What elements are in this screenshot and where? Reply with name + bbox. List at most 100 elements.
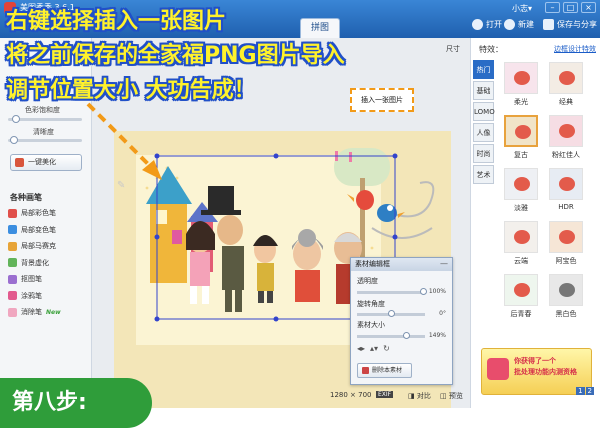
material-editor-dialog: 素材编辑框 — 透明度 100% 旋转角度 0° 素材大小 149% ◂▸ ▴▾…	[350, 257, 453, 385]
bird-preview-icon	[559, 71, 575, 85]
dashed-arrow	[86, 102, 162, 180]
rotate-label: 旋转角度	[357, 300, 385, 308]
opacity-slider[interactable]	[357, 288, 427, 295]
effect-tab[interactable]: 艺术	[473, 165, 494, 184]
close-icon[interactable]: ×	[581, 2, 596, 13]
open-label: 打开	[486, 20, 502, 29]
exif-button[interactable]: EXIF	[376, 391, 394, 398]
overlay-line-1: 右键选择插入一张图片	[6, 9, 227, 34]
size-label: 素材大小	[357, 321, 385, 329]
handle-bottom[interactable]	[273, 316, 279, 322]
handle-left[interactable]	[154, 234, 160, 240]
effects-title: 特效：	[479, 45, 503, 54]
maximize-icon[interactable]: □	[563, 2, 578, 13]
brush-icon	[8, 225, 17, 235]
brush-item[interactable]: 消除笔 New	[8, 304, 61, 321]
effect-label: 黑白色	[555, 310, 577, 318]
size-knob[interactable]	[403, 332, 410, 339]
minimize-icon[interactable]: –	[545, 2, 560, 13]
brush-icon	[8, 208, 17, 218]
effect-thumbnail[interactable]	[549, 168, 583, 200]
frame-design-link[interactable]: 边框设计特效	[554, 44, 596, 54]
brush-item[interactable]: 局部马赛克	[8, 238, 61, 255]
bird-preview-icon	[559, 124, 575, 138]
effect-thumbnail[interactable]	[549, 221, 583, 253]
brush-label: 局部马赛克	[21, 242, 56, 251]
effect-tab[interactable]: 人像	[473, 123, 494, 142]
brush-list: 局部彩色笔局部变色笔局部马赛克背景虚化抠图笔涂鸦笔消除笔 New	[8, 205, 61, 321]
bird-preview-icon	[514, 230, 530, 244]
brush-item[interactable]: 背景虚化	[8, 255, 61, 272]
brush-label: 抠图笔	[21, 275, 42, 284]
effect-label: HDR	[558, 203, 574, 211]
preview-button[interactable]: ◫ 预览	[440, 391, 463, 401]
brush-item[interactable]: 涂鸦笔	[8, 288, 61, 305]
effect-label: 柔光	[514, 98, 528, 106]
size-slider[interactable]	[357, 332, 425, 339]
effect-thumbnail[interactable]	[504, 274, 538, 306]
effect-thumbnail[interactable]	[549, 274, 583, 306]
effect-label: 淡雅	[514, 204, 528, 212]
tab-collage[interactable]: 拼图	[300, 18, 341, 38]
brush-label: 局部彩色笔	[21, 209, 56, 218]
saturation-slider[interactable]	[8, 115, 82, 123]
handle-top-right[interactable]	[392, 153, 398, 159]
save-share-button[interactable]: 保存与分享	[543, 19, 597, 30]
effect-thumbnail[interactable]	[504, 221, 538, 253]
handle-top[interactable]	[273, 153, 279, 159]
effect-thumbnail[interactable]	[504, 115, 538, 147]
dialog-close-icon[interactable]: —	[440, 259, 448, 268]
page-button[interactable]: 1	[576, 387, 585, 395]
saturation-knob[interactable]	[12, 115, 20, 123]
effects-pager: 12	[576, 387, 594, 395]
user-menu[interactable]: 小志▾	[512, 3, 532, 14]
rotate-icon[interactable]: ↻	[383, 344, 390, 353]
effect-tab[interactable]: 时尚	[473, 144, 494, 163]
flip-horizontal-icon[interactable]: ◂▸	[357, 344, 365, 353]
bird-preview-icon	[515, 125, 531, 139]
sharpness-knob[interactable]	[10, 136, 18, 144]
open-button[interactable]: 打开	[472, 19, 502, 30]
promo-line-1: 你获得了一个	[514, 357, 556, 365]
effect-thumbnail[interactable]	[504, 168, 538, 200]
promo-text: 你获得了一个 批处理功能内测资格	[514, 356, 577, 378]
flip-tools: ◂▸ ▴▾ ↻	[357, 344, 390, 353]
one-click-beautify-button[interactable]: 一键美化	[10, 154, 82, 171]
compare-label: 对比	[416, 392, 431, 400]
new-button[interactable]: 新建	[504, 19, 534, 30]
handle-bottom-left[interactable]	[154, 316, 160, 322]
sharpness-slider[interactable]	[8, 136, 82, 144]
effect-label: 云端	[514, 257, 528, 265]
image-size-label: 1280 × 700	[330, 391, 372, 399]
new-badge: New	[46, 308, 61, 316]
brush-item[interactable]: 抠图笔	[8, 271, 61, 288]
flip-vertical-icon[interactable]: ▴▾	[370, 344, 378, 353]
page-button[interactable]: 2	[585, 387, 594, 395]
brush-item[interactable]: 局部彩色笔	[8, 205, 61, 222]
brush-icon	[8, 258, 17, 268]
opacity-knob[interactable]	[420, 288, 427, 295]
brush-icon	[8, 307, 17, 317]
delete-material-button[interactable]: 删除本素材	[357, 363, 412, 378]
handle-right[interactable]	[392, 234, 398, 240]
effect-thumbnail[interactable]	[504, 62, 538, 94]
brush-label: 涂鸦笔	[21, 291, 42, 300]
effect-tab[interactable]: LOMO	[473, 102, 495, 121]
compare-button[interactable]: ◨ 对比	[408, 391, 431, 401]
effect-thumbnail[interactable]	[549, 62, 583, 94]
effect-label: 后青春	[510, 310, 532, 318]
step-badge: 第八步:	[0, 378, 152, 428]
bird-preview-icon	[514, 71, 530, 85]
overlay-line-2: 将之前保存的全家福PNG图片导入	[6, 43, 345, 68]
sharpness-label: 清晰度	[33, 128, 54, 136]
rotate-slider[interactable]	[357, 310, 425, 317]
brush-label: 背景虚化	[21, 258, 49, 267]
brush-item[interactable]: 局部变色笔	[8, 222, 61, 239]
size-value: 149%	[428, 332, 446, 339]
effect-tab[interactable]: 热门	[473, 60, 494, 79]
effect-thumbnail[interactable]	[549, 115, 583, 147]
effect-tab[interactable]: 基础	[473, 81, 494, 100]
dialog-title: 素材编辑框	[351, 258, 452, 271]
rotate-knob[interactable]	[388, 310, 395, 317]
save-icon	[543, 19, 554, 30]
